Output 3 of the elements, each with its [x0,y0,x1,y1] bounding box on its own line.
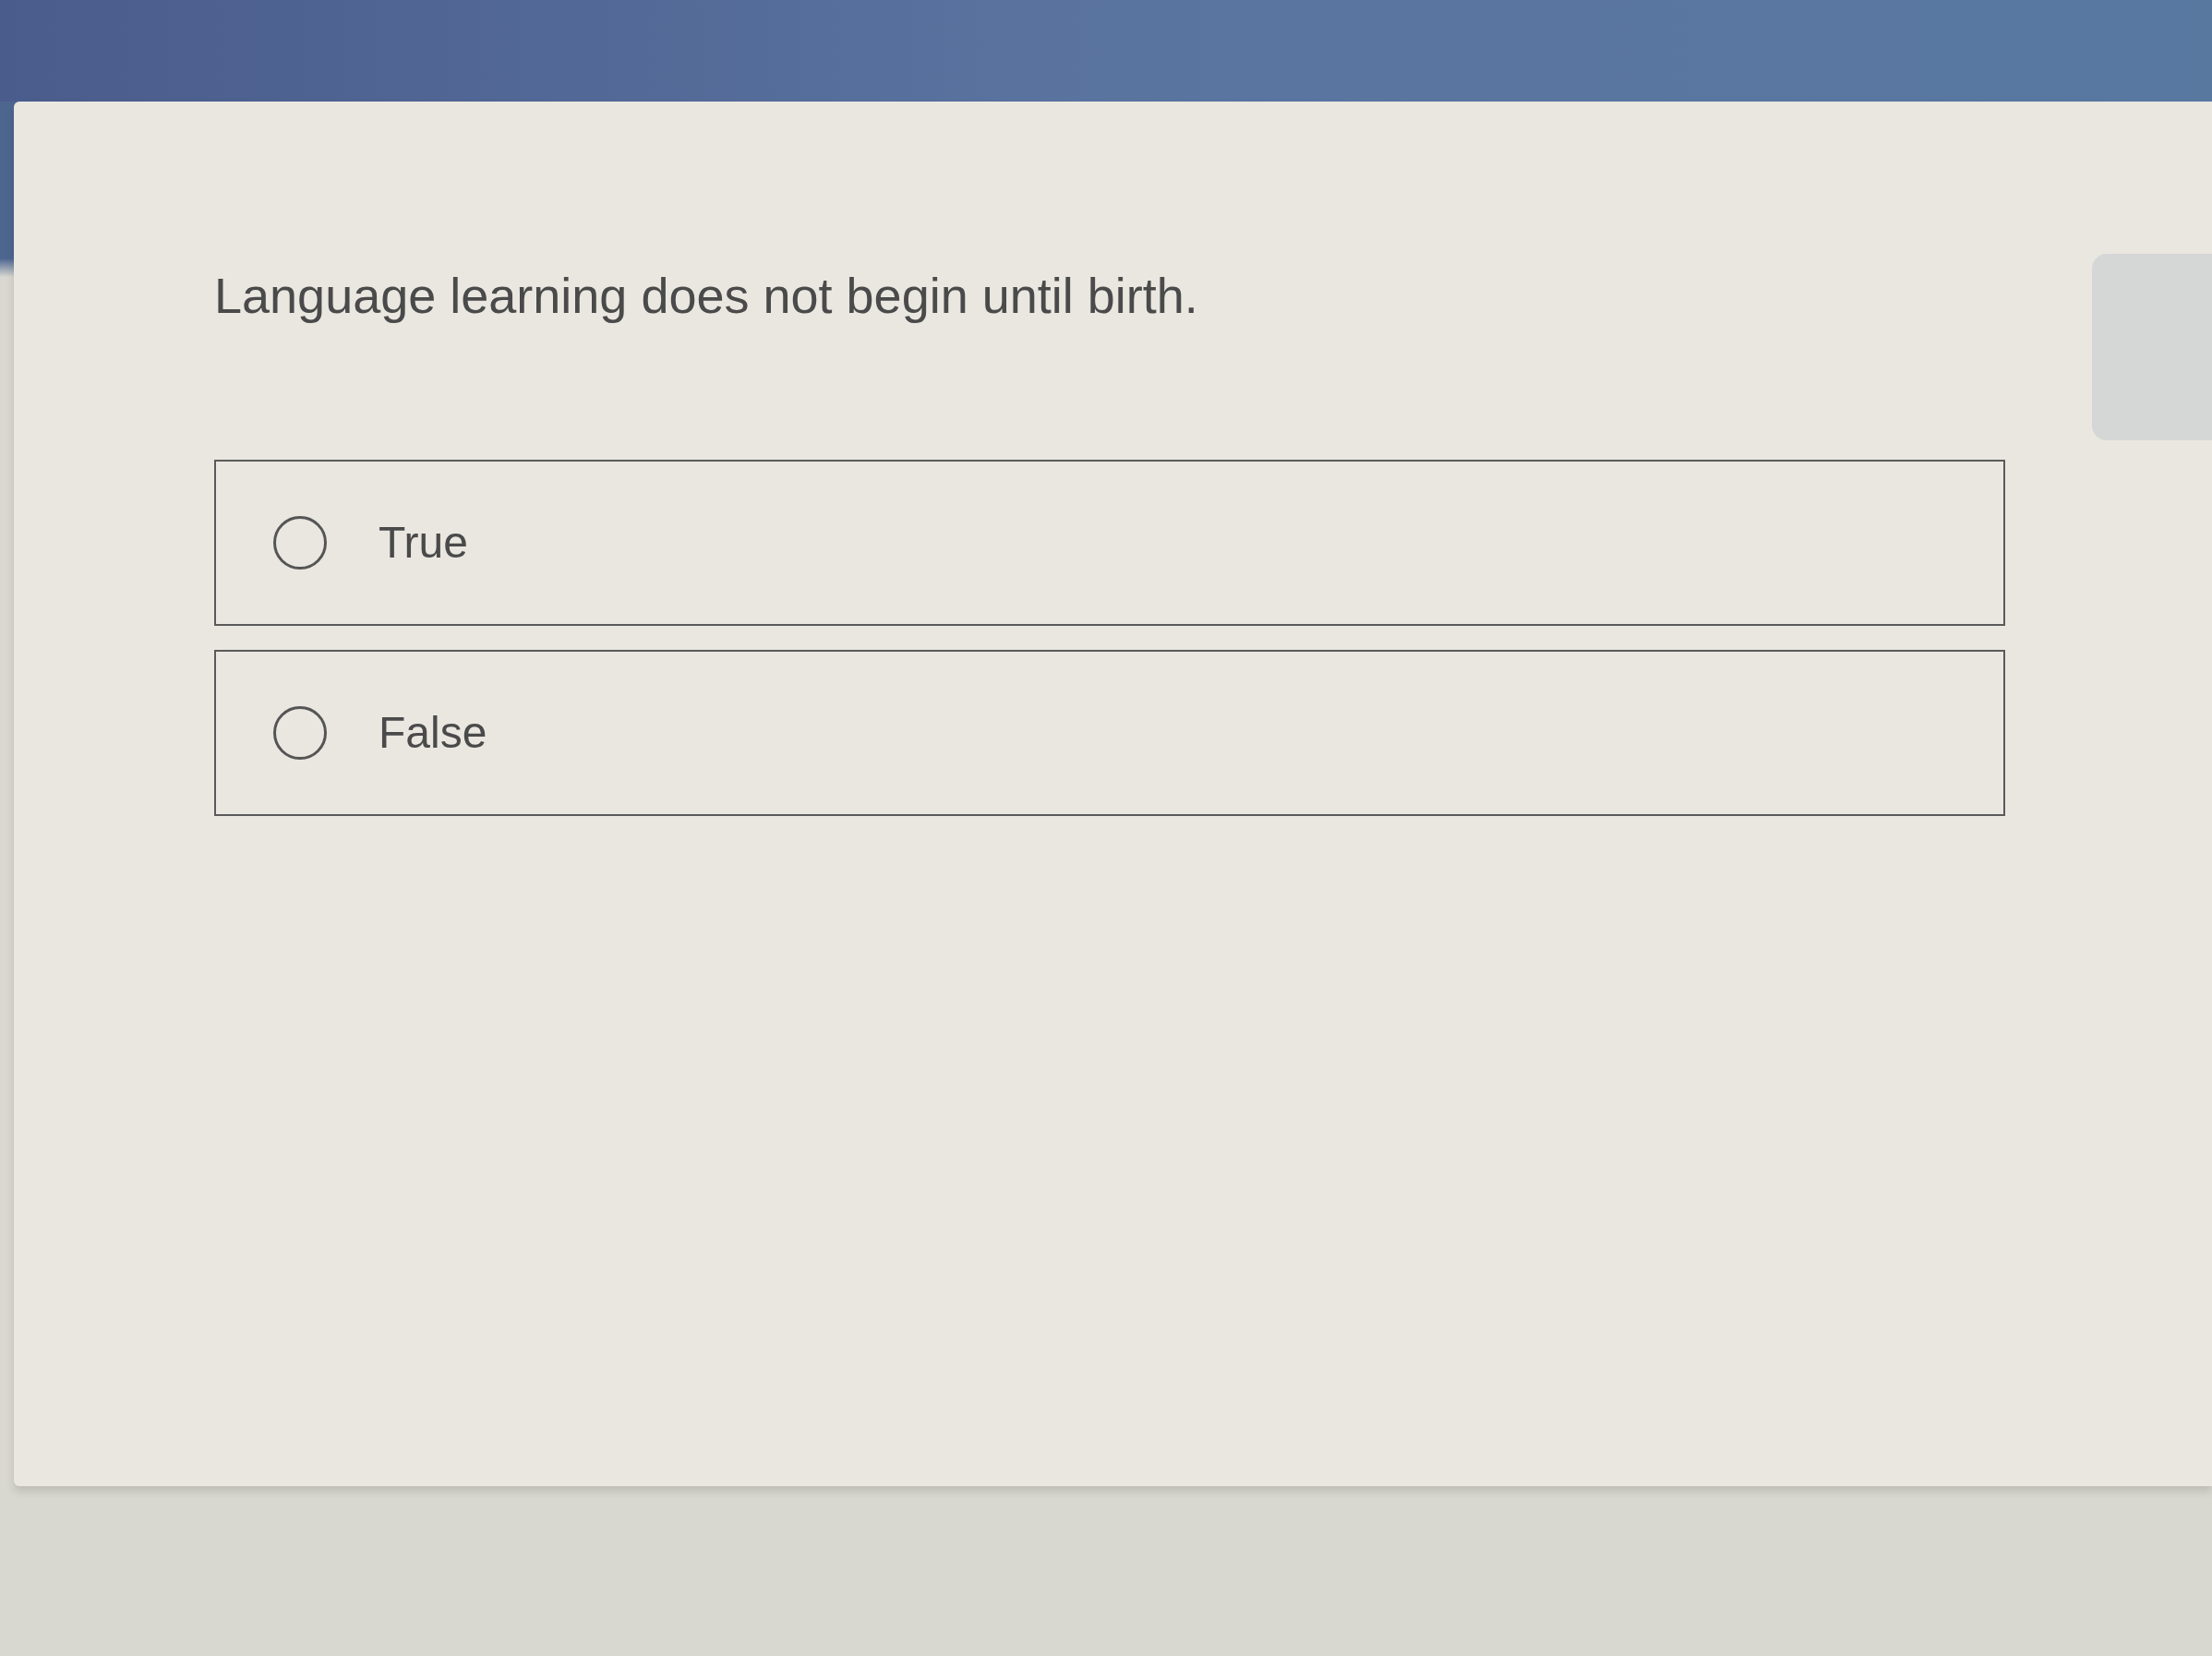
question-text: Language learning does not begin until birth. [214,267,1198,325]
answer-option[interactable]: True [214,460,2005,626]
answer-option[interactable]: False [214,650,2005,816]
